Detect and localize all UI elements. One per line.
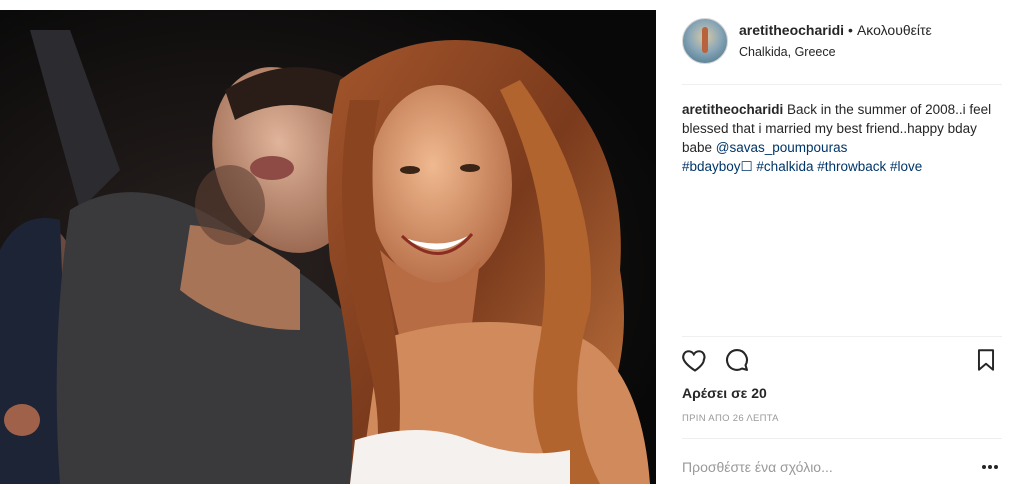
more-options-icon[interactable] — [980, 460, 1000, 474]
heart-icon[interactable] — [681, 346, 711, 376]
username-link[interactable]: aretitheocharidi — [739, 22, 844, 38]
post-header: aretitheocharidi • Ακολουθείτε Chalkida, G… — [667, 10, 1002, 78]
hashtag-bdayboy[interactable]: #bdayboy☐ — [682, 159, 753, 174]
header-divider — [682, 84, 1002, 85]
header-separator: • — [848, 22, 853, 38]
hashtag-throwback[interactable]: #throwback — [817, 159, 886, 174]
location-link[interactable]: Chalkida, Greece — [739, 45, 836, 59]
post-photo[interactable] — [0, 10, 656, 484]
hashtag-love[interactable]: #love — [890, 159, 922, 174]
caption-username[interactable]: aretitheocharidi — [682, 102, 783, 117]
actions-divider — [682, 336, 1002, 337]
bookmark-icon[interactable] — [973, 346, 1003, 376]
avatar[interactable] — [682, 18, 728, 64]
like-count[interactable]: Αρέσει σε 20 — [682, 385, 767, 401]
hashtag-chalkida[interactable]: #chalkida — [756, 159, 813, 174]
comment-icon[interactable] — [723, 346, 753, 376]
post-sidebar: aretitheocharidi • Ακολουθείτε Chalkida, G… — [667, 10, 1002, 484]
caption: aretitheocharidi Back in the summer of 2… — [682, 100, 1002, 176]
post-image — [0, 10, 656, 484]
post-timestamp: ΠΡΙΝ ΑΠΟ 26 ΛΕΠΤΑ — [682, 413, 779, 424]
comment-input[interactable] — [682, 457, 972, 477]
comment-divider — [682, 438, 1002, 439]
action-bar — [681, 346, 1002, 378]
caption-mention[interactable]: @savas_poumpouras — [716, 140, 848, 155]
following-button[interactable]: Ακολουθείτε — [857, 22, 932, 38]
header-line: aretitheocharidi • Ακολουθείτε — [739, 22, 932, 38]
